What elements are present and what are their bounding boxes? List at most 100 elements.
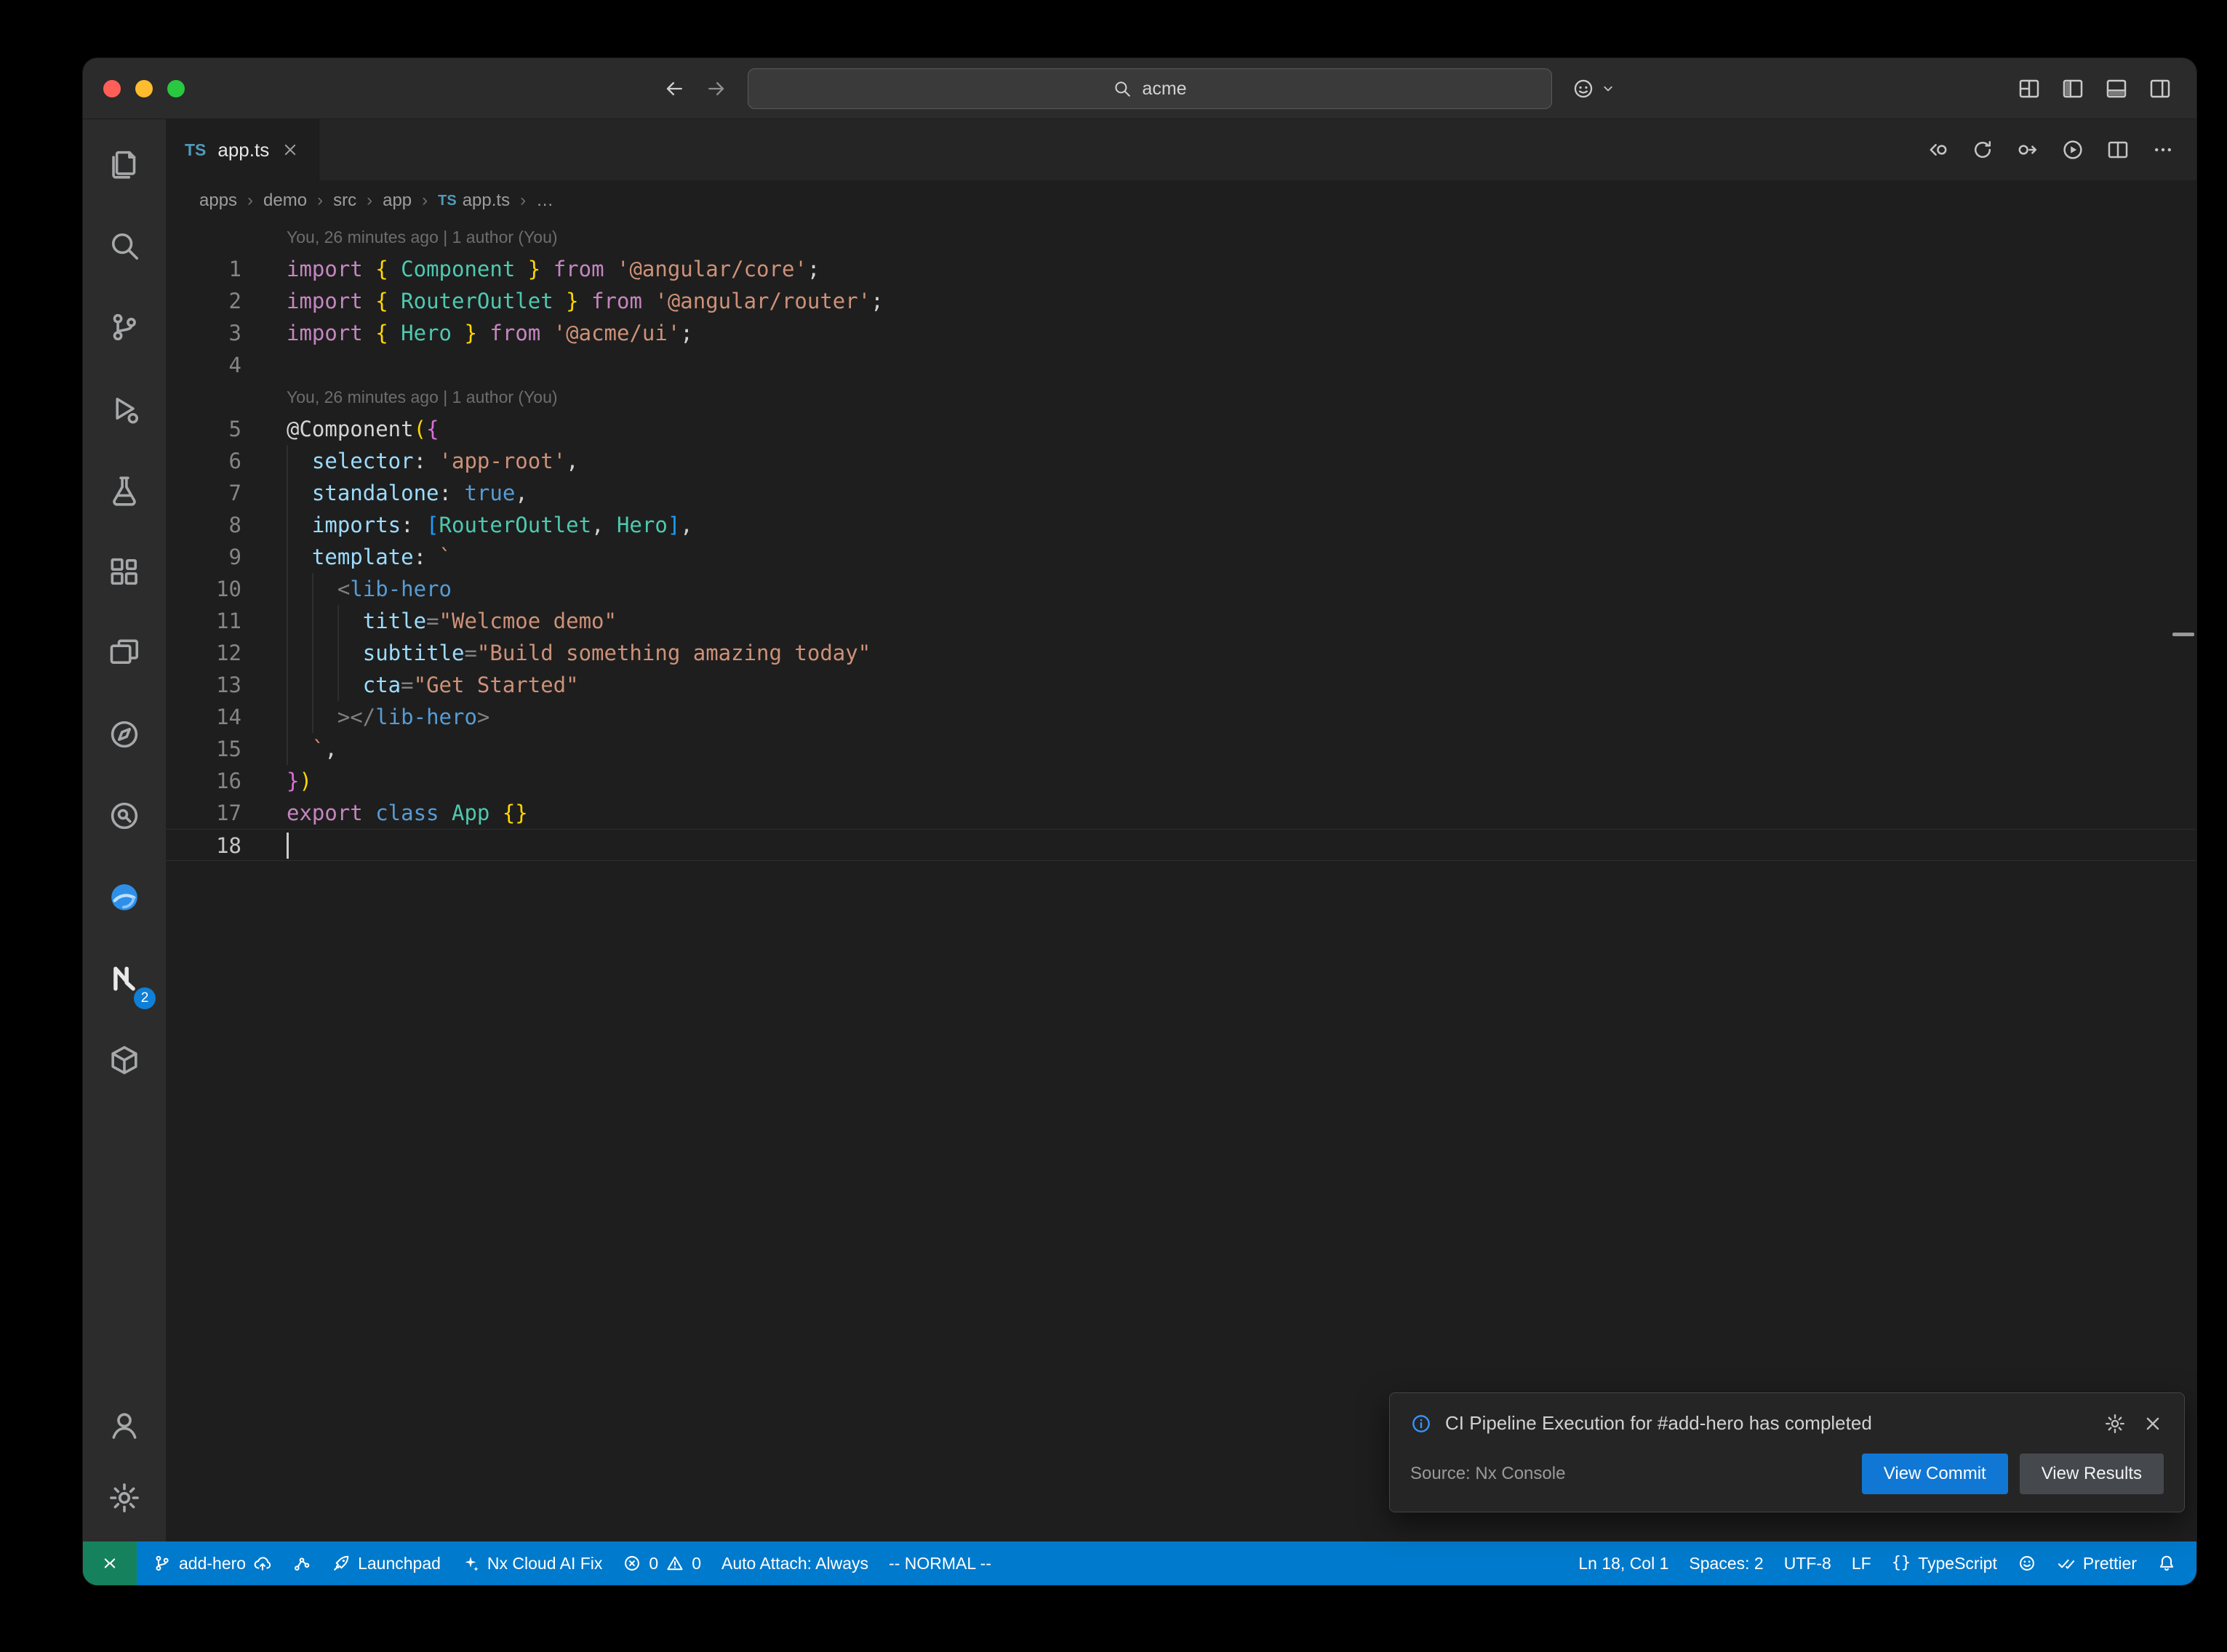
indentation[interactable]: Spaces: 2 <box>1679 1541 1773 1585</box>
remote-indicator[interactable] <box>83 1541 137 1585</box>
activity-item-settings[interactable] <box>83 1461 166 1534</box>
activity-item-explorer[interactable] <box>83 124 166 205</box>
open-changes-button[interactable] <box>1926 138 1949 161</box>
nx-cloud-ai-fix[interactable]: Nx Cloud AI Fix <box>451 1541 613 1585</box>
problems-status[interactable]: 00 <box>612 1541 711 1585</box>
activity-item-gitlens-inspect[interactable] <box>83 775 166 857</box>
tab-app-ts[interactable]: TS app.ts <box>166 119 319 180</box>
code-line[interactable]: import { RouterOutlet } from '@angular/r… <box>287 285 884 317</box>
copilot-menu[interactable] <box>1572 78 1616 100</box>
code-row[interactable]: 13 cta="Get Started" <box>166 669 2196 701</box>
code-line[interactable]: }) <box>287 765 312 797</box>
zoom-window-button[interactable] <box>167 80 185 97</box>
editor-code-area[interactable]: You, 26 minutes ago | 1 author (You)1imp… <box>166 221 2196 1541</box>
breadcrumb-item-src[interactable]: src <box>333 191 356 211</box>
auto-attach[interactable]: Auto Attach: Always <box>711 1541 879 1585</box>
toggle-primary-sidebar-button[interactable] <box>2061 77 2084 100</box>
activity-item-source-control[interactable] <box>83 286 166 368</box>
code-line[interactable]: <lib-hero <box>287 573 452 605</box>
activity-item-run-and-debug[interactable] <box>83 368 166 449</box>
code-line[interactable]: import { Hero } from '@acme/ui'; <box>287 317 693 349</box>
code-row[interactable]: 9 template: ` <box>166 541 2196 573</box>
more-actions-button[interactable] <box>2151 138 2175 161</box>
toggle-panel-button[interactable] <box>2105 77 2128 100</box>
commit-graph-status[interactable] <box>282 1541 321 1585</box>
code-line[interactable]: `, <box>287 733 337 765</box>
activity-item-extensions[interactable] <box>83 531 166 612</box>
activity-item-containers[interactable] <box>83 1019 166 1101</box>
close-tab-icon[interactable] <box>281 140 300 159</box>
code-line[interactable]: @Component({ <box>287 413 439 445</box>
eol-sequence[interactable]: LF <box>1842 1541 1882 1585</box>
code-row[interactable]: 12 subtitle="Build something amazing tod… <box>166 637 2196 669</box>
status-bar[interactable]: add-hero LaunchpadNx Cloud AI Fix00Auto A… <box>83 1541 2196 1585</box>
code-line[interactable]: cta="Get Started" <box>287 669 579 701</box>
code-row[interactable]: 17export class App {} <box>166 797 2196 829</box>
code-row[interactable]: 7 standalone: true, <box>166 477 2196 509</box>
code-row[interactable]: 14 ></lib-hero> <box>166 701 2196 733</box>
language-mode[interactable]: {}TypeScript <box>1882 1541 2007 1585</box>
code-row[interactable]: 18 <box>166 829 2196 861</box>
refresh-button[interactable] <box>1971 138 1994 161</box>
code-line[interactable]: subtitle="Build something amazing today" <box>287 637 871 669</box>
tab-bar[interactable]: TS app.ts <box>166 119 2196 180</box>
activity-item-testing[interactable] <box>83 449 166 531</box>
git-branch-status[interactable]: add-hero <box>143 1541 282 1585</box>
prettier-status[interactable]: Prettier <box>2047 1541 2147 1585</box>
view-results-button[interactable]: View Results <box>2020 1453 2164 1494</box>
breadcrumb-item-app-ts[interactable]: TSapp.ts <box>438 191 510 211</box>
activity-item-search[interactable] <box>83 205 166 286</box>
vim-mode[interactable]: -- NORMAL -- <box>879 1541 1001 1585</box>
code-row[interactable]: 16}) <box>166 765 2196 797</box>
activity-item-accounts[interactable] <box>83 1389 166 1461</box>
code-line[interactable]: standalone: true, <box>287 477 528 509</box>
title-bar[interactable]: acme <box>83 58 2196 119</box>
encoding[interactable]: UTF-8 <box>1774 1541 1842 1585</box>
launchpad-status[interactable]: Launchpad <box>321 1541 451 1585</box>
minimize-window-button[interactable] <box>135 80 153 97</box>
activity-item-nx-console[interactable]: 2 <box>83 938 166 1019</box>
breadcrumb-item-demo[interactable]: demo <box>263 191 307 211</box>
code-row[interactable]: 10 <lib-hero <box>166 573 2196 605</box>
split-editor-button[interactable] <box>2106 138 2130 161</box>
code-row[interactable]: 2import { RouterOutlet } from '@angular/… <box>166 285 2196 317</box>
cursor-position[interactable]: Ln 18, Col 1 <box>1568 1541 1679 1585</box>
code-row[interactable]: 6 selector: 'app-root', <box>166 445 2196 477</box>
code-line[interactable]: selector: 'app-root', <box>287 445 579 477</box>
forward-button[interactable] <box>705 78 727 100</box>
activity-item-gitlens[interactable] <box>83 694 166 775</box>
open-changes-next-button[interactable] <box>2016 138 2039 161</box>
toast-close-icon[interactable] <box>2142 1413 2164 1435</box>
code-line[interactable]: import { Component } from '@angular/core… <box>287 253 820 285</box>
breadcrumb[interactable]: apps›demo›src›app›TSapp.ts›… <box>166 180 2196 221</box>
feedback-smiley[interactable] <box>2007 1541 2047 1585</box>
breadcrumb-item-symbols[interactable]: … <box>536 191 553 211</box>
code-line[interactable]: template: ` <box>287 541 452 573</box>
code-line[interactable]: ></lib-hero> <box>287 701 489 733</box>
breadcrumb-item-apps[interactable]: apps <box>199 191 237 211</box>
code-row[interactable]: 11 title="Welcmoe demo" <box>166 605 2196 637</box>
code-line[interactable]: title="Welcmoe demo" <box>287 605 617 637</box>
command-center-search[interactable]: acme <box>748 68 1552 109</box>
customize-layout-button[interactable] <box>2018 77 2041 100</box>
code-row[interactable]: 3import { Hero } from '@acme/ui'; <box>166 317 2196 349</box>
code-row[interactable]: 4 <box>166 349 2196 381</box>
notification-toast[interactable]: CI Pipeline Execution for #add-hero has … <box>1389 1392 2185 1512</box>
breadcrumb-item-app[interactable]: app <box>383 191 412 211</box>
code-row[interactable]: 15 `, <box>166 733 2196 765</box>
activity-item-remote-explorer[interactable] <box>83 612 166 694</box>
close-window-button[interactable] <box>103 80 121 97</box>
view-commit-button[interactable]: View Commit <box>1862 1453 2008 1494</box>
activity-item-azure[interactable] <box>83 857 166 938</box>
code-row[interactable]: 1import { Component } from '@angular/cor… <box>166 253 2196 285</box>
code-row[interactable]: 5@Component({ <box>166 413 2196 445</box>
toast-settings-icon[interactable] <box>2104 1413 2126 1435</box>
code-line[interactable]: imports: [RouterOutlet, Hero], <box>287 509 693 541</box>
back-button[interactable] <box>663 78 685 100</box>
toggle-secondary-sidebar-button[interactable] <box>2148 77 2172 100</box>
code-row[interactable]: 8 imports: [RouterOutlet, Hero], <box>166 509 2196 541</box>
code-line[interactable]: export class App {} <box>287 797 528 829</box>
activity-bar[interactable]: 2 <box>83 119 166 1541</box>
notifications-bell[interactable] <box>2147 1541 2186 1585</box>
run-file-button[interactable] <box>2061 138 2084 161</box>
